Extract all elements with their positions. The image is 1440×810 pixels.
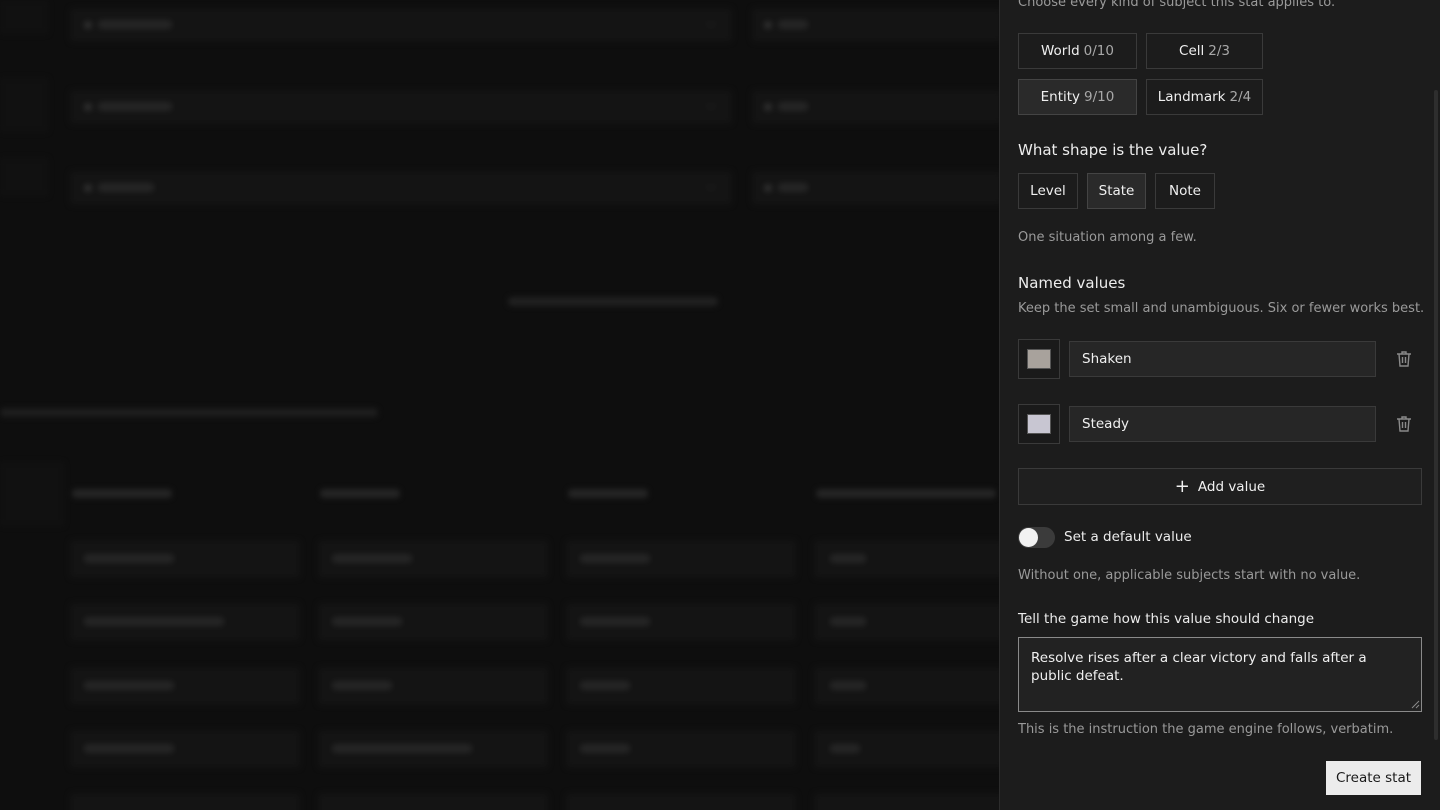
shape-heading: What shape is the value? (1018, 141, 1208, 159)
subject-cell-option[interactable]: Cell 2/3 (1146, 33, 1263, 69)
named-values-hint: Keep the set small and unambiguous. Six … (1018, 301, 1425, 316)
color-swatch (1027, 414, 1051, 434)
create-stat-button[interactable]: Create stat (1326, 761, 1421, 795)
subject-entity-option[interactable]: Entity 9/10 (1018, 79, 1137, 115)
color-picker-button[interactable] (1018, 404, 1060, 444)
trash-icon[interactable] (1395, 349, 1413, 369)
default-value-toggle[interactable] (1018, 527, 1055, 548)
subject-world-label: World (1040, 43, 1080, 59)
named-values-heading: Named values (1018, 274, 1126, 292)
change-rule-hint: This is the instruction the game engine … (1018, 722, 1394, 737)
shape-state-label: State (1098, 183, 1135, 199)
add-value-label: Add value (1197, 478, 1266, 495)
shape-note-label: Note (1169, 183, 1201, 199)
subject-landmark-option[interactable]: Landmark 2/4 (1146, 79, 1263, 115)
color-swatch (1027, 349, 1051, 369)
subject-world-option[interactable]: World 0/10 (1018, 33, 1137, 69)
subject-entity-label: Entity (1040, 89, 1081, 105)
named-value-input[interactable] (1069, 341, 1376, 377)
named-value-input[interactable] (1069, 406, 1376, 442)
default-hint: Without one, applicable subjects start w… (1018, 568, 1361, 583)
default-toggle-label: Set a default value (1064, 529, 1192, 545)
change-rule-label: Tell the game how this value should chan… (1018, 611, 1315, 627)
trash-icon[interactable] (1395, 414, 1413, 434)
color-picker-button[interactable] (1018, 339, 1060, 379)
subject-landmark-label: Landmark (1157, 89, 1226, 105)
shape-level-option[interactable]: Level (1018, 173, 1078, 209)
background-app (0, 0, 1000, 810)
create-stat-panel: Choose every kind of subject this stat a… (999, 0, 1440, 810)
add-value-button[interactable]: + Add value (1018, 468, 1422, 505)
subject-cell-count: 2/3 (1208, 43, 1230, 59)
shape-description: One situation among a few. (1018, 230, 1197, 245)
subject-landmark-count: 2/4 (1229, 89, 1252, 105)
subject-cell-label: Cell (1179, 43, 1205, 59)
shape-level-label: Level (1030, 183, 1066, 199)
toggle-knob (1019, 528, 1038, 547)
change-rule-textarea[interactable]: Resolve rises after a clear victory and … (1018, 637, 1422, 712)
shape-state-option[interactable]: State (1087, 173, 1146, 209)
plus-icon: + (1174, 475, 1190, 497)
shape-note-option[interactable]: Note (1155, 173, 1215, 209)
panel-scrollbar[interactable] (1434, 90, 1438, 740)
subject-entity-count: 9/10 (1084, 89, 1115, 105)
subjects-hint: Choose every kind of subject this stat a… (1018, 0, 1336, 10)
subject-world-count: 0/10 (1083, 43, 1114, 59)
resize-grip-icon[interactable] (1411, 700, 1420, 709)
